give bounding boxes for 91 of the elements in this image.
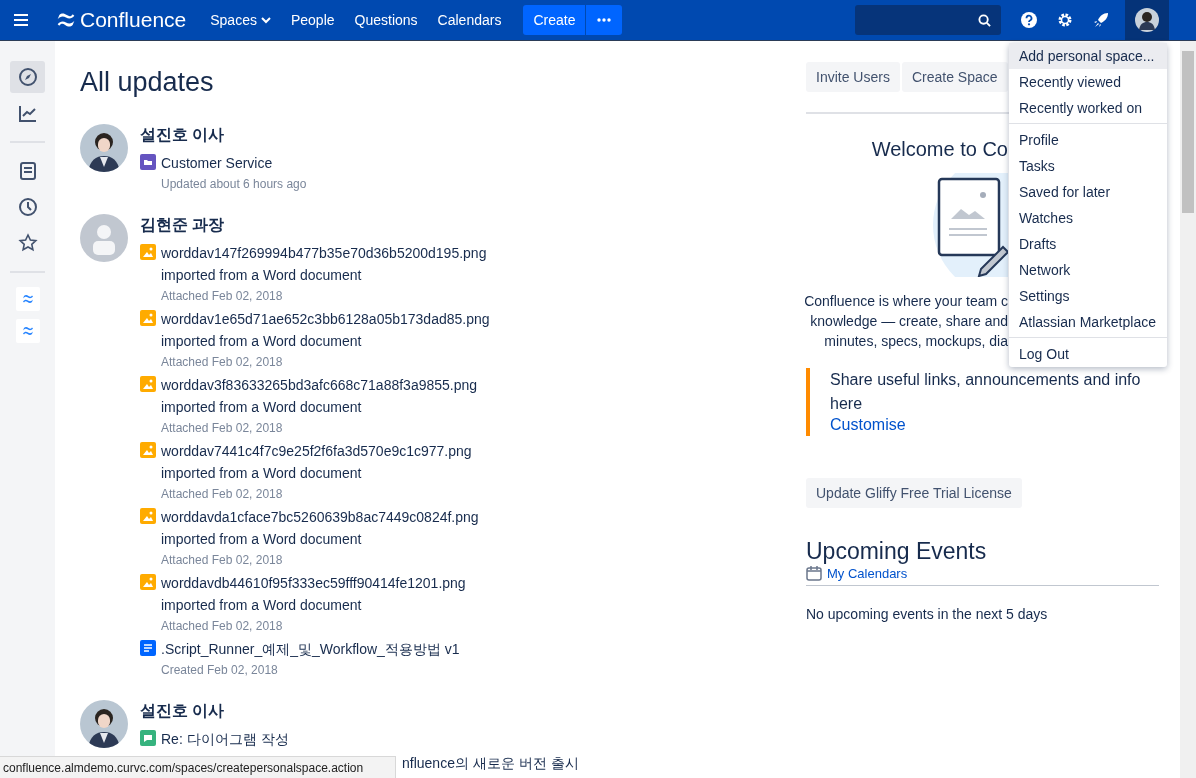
welcome-text: knowledge — create, share and: [810, 312, 1008, 331]
search-icon: [978, 13, 991, 27]
author-name[interactable]: 김현준 과장: [140, 215, 490, 236]
update-title[interactable]: .Script_Runner_예제_및_Workflow_적용방법 v1: [161, 640, 460, 658]
welcome-text: Confluence is where your team c: [804, 292, 1008, 311]
update-title[interactable]: Customer Service: [161, 154, 307, 172]
update-title[interactable]: worddav7441c4f7c9e25f2f6fa3d570e9c1c977.png: [161, 442, 472, 460]
compass-icon: [17, 67, 38, 87]
more-button[interactable]: [586, 5, 623, 35]
update-description: imported from a Word document: [161, 266, 363, 284]
update-title[interactable]: nfluence의 새로운 버전 출시: [402, 754, 579, 772]
logo-text: Confluence: [80, 8, 187, 32]
menu-item[interactable]: Watches: [1009, 205, 1167, 231]
page-title: All updates: [80, 67, 215, 98]
update-meta: Attached Feb 02, 2018: [161, 288, 284, 304]
update-meta: Attached Feb 02, 2018: [161, 618, 284, 634]
update-description: imported from a Word document: [161, 398, 363, 416]
nav-link[interactable]: Questions: [344, 0, 428, 40]
create-button[interactable]: Create: [523, 5, 586, 35]
update-title[interactable]: worddavda1cface7bc5260639b8ac7449c0824f.png: [161, 508, 479, 526]
author-name[interactable]: 설진호 이사: [140, 701, 579, 722]
update-meta: Attached Feb 02, 2018: [161, 552, 284, 568]
user-avatar-button[interactable]: [1125, 0, 1169, 40]
welcome-title: Welcome to Co: [871, 138, 1008, 161]
update-description: imported from a Word document: [161, 530, 363, 548]
menu-item[interactable]: Saved for later: [1009, 179, 1167, 205]
menu-item[interactable]: Profile: [1009, 123, 1167, 153]
avatar[interactable]: [80, 124, 128, 172]
search-field[interactable]: [855, 5, 1001, 35]
image-icon: [140, 310, 156, 326]
empty-message: No upcoming events in the next 5 days: [806, 606, 1049, 622]
comment-icon: [140, 730, 156, 746]
space-button[interactable]: [15, 319, 40, 343]
image-icon: [140, 442, 156, 458]
update-title[interactable]: worddav3f83633265bd3afc668c71a88f3a9855.png: [161, 376, 478, 394]
page-icon: [17, 161, 38, 181]
nav-link[interactable]: Calendars: [427, 0, 512, 40]
menu-item[interactable]: Settings: [1009, 283, 1167, 309]
update-description: imported from a Word document: [161, 332, 363, 350]
avatar[interactable]: [80, 700, 128, 748]
license-button[interactable]: Update Gliffy Free Trial License: [806, 478, 1022, 508]
space-button[interactable]: [15, 287, 40, 311]
menu-item[interactable]: Drafts: [1009, 231, 1167, 257]
nav-link[interactable]: Spaces: [200, 0, 281, 40]
update-description: imported from a Word document: [161, 596, 363, 614]
chart-icon: [17, 103, 38, 123]
menu-item[interactable]: Recently worked on: [1009, 95, 1167, 121]
update-meta: Updated about 6 hours ago: [161, 176, 307, 192]
update-meta: Attached Feb 02, 2018: [161, 486, 284, 502]
update-meta: Attached Feb 02, 2018: [161, 420, 284, 436]
calendar-icon: [806, 565, 822, 581]
image-icon: [140, 574, 156, 590]
avatar-icon: [1135, 8, 1159, 32]
update-title[interactable]: worddav1e65d71ae652c3bb6128a05b173dad85.png: [161, 310, 490, 328]
menu-item[interactable]: Tasks: [1009, 153, 1167, 179]
rocket-icon: [1093, 12, 1109, 28]
action-button[interactable]: Create Space: [901, 62, 1008, 92]
calendars-link[interactable]: My Calendars: [827, 565, 908, 581]
clock-icon: [17, 197, 38, 217]
update-title[interactable]: Re: 다이어그램 작성: [161, 730, 289, 748]
update-description: imported from a Word document: [161, 464, 363, 482]
scrollbar[interactable]: [1180, 41, 1196, 778]
help-icon: [1021, 12, 1037, 28]
menu-item[interactable]: Add personal space...: [1009, 43, 1167, 69]
folder-icon: [140, 154, 156, 170]
update-title[interactable]: worddav147f269994b477b35e70d36b5200d195.png: [161, 244, 487, 262]
menu-item[interactable]: Recently viewed: [1009, 69, 1167, 95]
status-url-tooltip: confluence.almdemo.curvc.com/spaces/createpersonalspace.action: [0, 756, 396, 778]
menu-item[interactable]: Atlassian Marketplace: [1009, 309, 1167, 335]
customise-link[interactable]: Customise: [830, 416, 1159, 434]
update-meta: Created Feb 02, 2018: [161, 662, 279, 678]
nav-link[interactable]: People: [280, 0, 345, 40]
action-button[interactable]: Invite Users: [806, 62, 900, 92]
image-icon: [140, 508, 156, 524]
logo-icon: [56, 10, 76, 30]
star-icon: [17, 233, 38, 253]
image-icon: [140, 376, 156, 392]
more-icon: [597, 18, 612, 22]
page-icon: [140, 640, 156, 656]
sidebar-button[interactable]: [10, 61, 45, 93]
menu-item[interactable]: Log Out: [1009, 337, 1167, 367]
welcome-text: minutes, specs, mockups, dia: [824, 332, 1008, 351]
settings-icon: [1057, 12, 1073, 28]
update-meta: Attached Feb 02, 2018: [161, 354, 284, 370]
section-title: Upcoming Events: [806, 538, 988, 565]
image-icon: [140, 244, 156, 260]
update-title[interactable]: worddavdb44610f95f333ec59fff90414fe1201.png: [161, 574, 466, 592]
menu-item[interactable]: Network: [1009, 257, 1167, 283]
info-text: Share useful links, announcements and info here: [830, 370, 1142, 414]
menu-icon[interactable]: [14, 14, 28, 26]
author-name[interactable]: 설진호 이사: [140, 125, 307, 146]
